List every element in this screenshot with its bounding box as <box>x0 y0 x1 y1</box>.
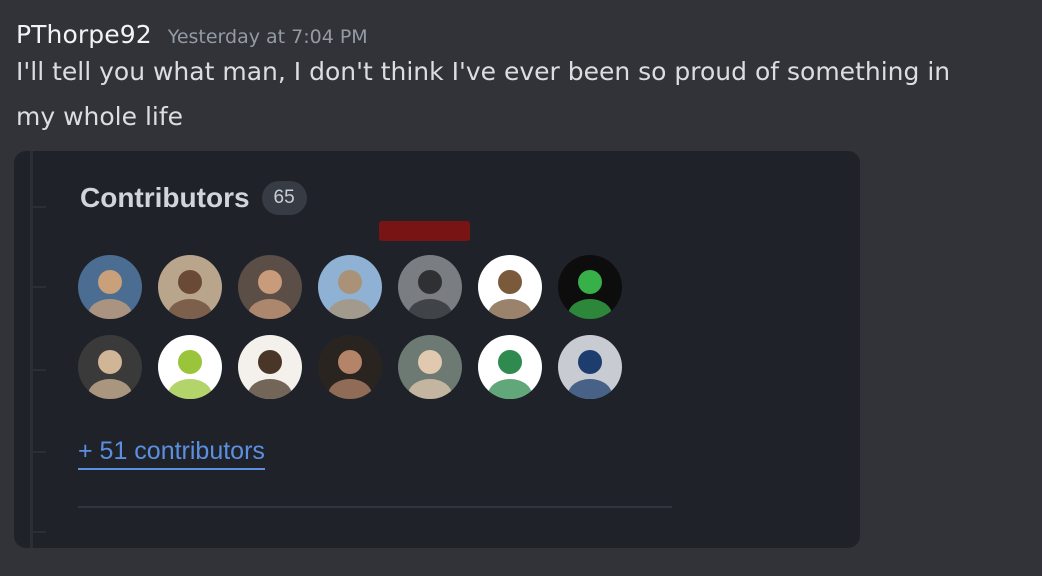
contributor-avatar-10[interactable] <box>238 335 302 399</box>
contributor-avatar-5[interactable] <box>398 255 462 319</box>
contributor-avatar-13[interactable] <box>478 335 542 399</box>
message-header: PThorpe92 Yesterday at 7:04 PM <box>16 20 1026 49</box>
contributor-avatar-2[interactable] <box>158 255 222 319</box>
contributor-avatars <box>78 255 622 415</box>
contributor-avatar-4[interactable] <box>318 255 382 319</box>
contributor-avatar-6[interactable] <box>478 255 542 319</box>
message-timestamp: Yesterday at 7:04 PM <box>167 26 368 48</box>
contributors-count-badge: 65 <box>261 181 307 215</box>
contributor-avatar-14[interactable] <box>558 335 622 399</box>
contributor-avatar-8[interactable] <box>78 335 142 399</box>
message-text: I'll tell you what man, I don't think I'… <box>16 57 951 131</box>
redaction-mark <box>379 221 470 241</box>
contributor-avatar-3[interactable] <box>238 255 302 319</box>
contributors-title: Contributors <box>80 182 250 213</box>
chat-message: PThorpe92 Yesterday at 7:04 PM I'll tell… <box>16 20 1026 139</box>
contributor-avatar-9[interactable] <box>158 335 222 399</box>
contributor-avatar-7[interactable] <box>558 255 622 319</box>
more-contributors-link[interactable]: + 51 contributors <box>78 437 265 470</box>
contributor-avatar-11[interactable] <box>318 335 382 399</box>
avatar-row <box>78 335 622 399</box>
image-embed[interactable]: Contributors 65 + 51 contributors <box>14 151 860 548</box>
embed-gutter <box>30 151 49 548</box>
divider <box>78 506 672 508</box>
avatar-row <box>78 255 622 319</box>
contributor-avatar-1[interactable] <box>78 255 142 319</box>
username[interactable]: PThorpe92 <box>16 20 152 49</box>
contributor-avatar-12[interactable] <box>398 335 462 399</box>
contributors-heading: Contributors 65 <box>80 181 307 215</box>
